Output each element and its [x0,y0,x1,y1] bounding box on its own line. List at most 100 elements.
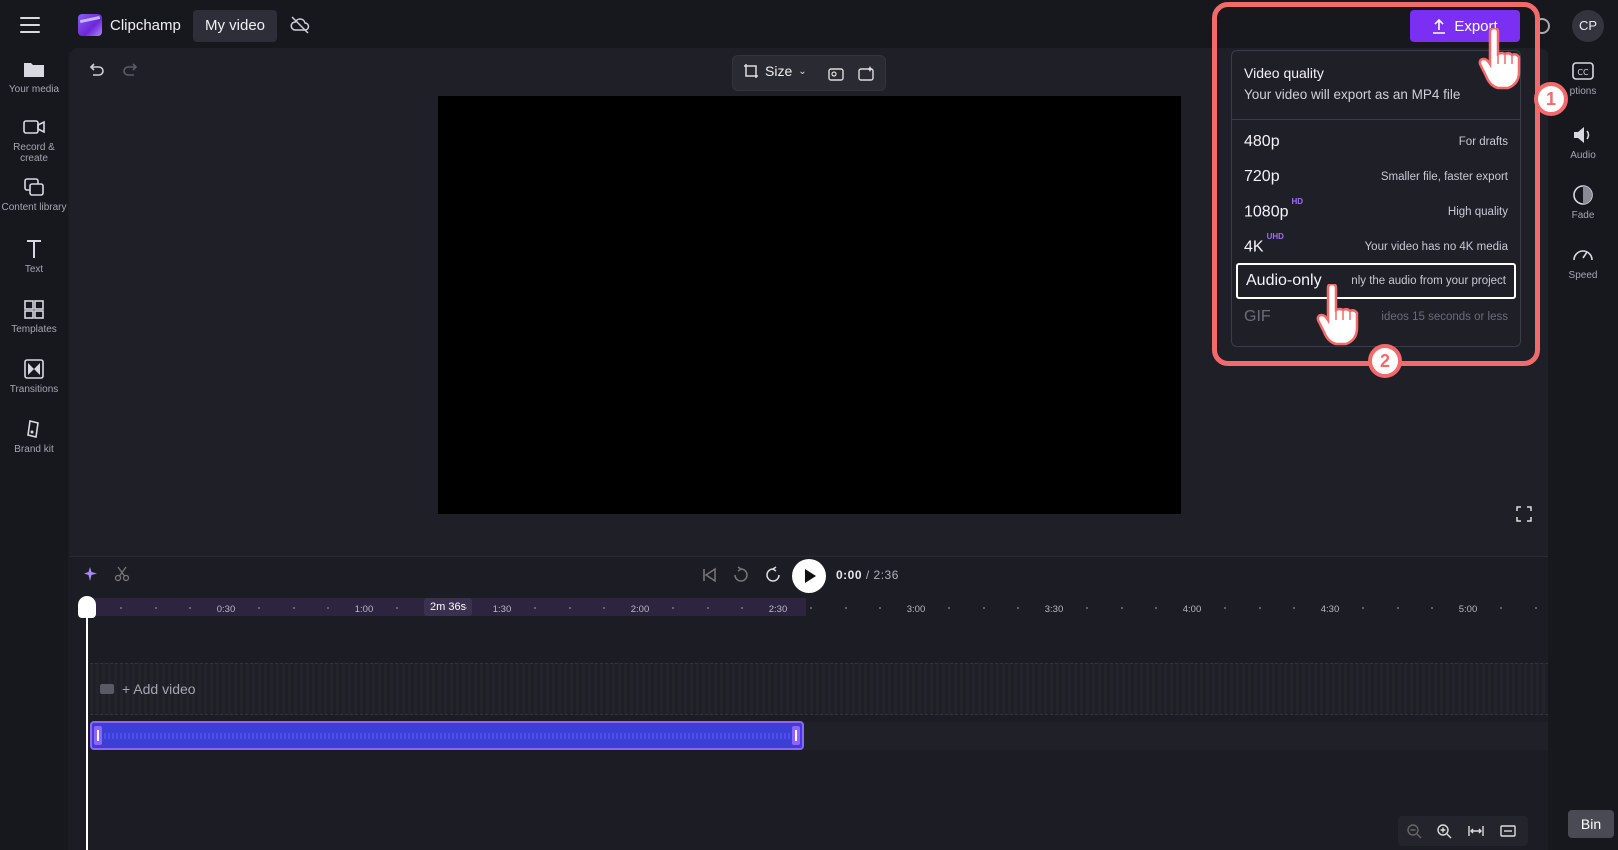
zoom-out-icon[interactable] [1406,823,1422,839]
ruler-dot [155,607,157,609]
ruler-tick-label: 2:00 [630,604,650,615]
transitions-icon [24,359,44,379]
audio-clip[interactable] [90,721,804,750]
text-icon [27,240,41,258]
ruler-dot [810,607,812,609]
fit-to-width-icon[interactable] [1468,823,1484,839]
ruler-dot [120,607,122,609]
ruler-tick-label: 0:30 [216,604,236,615]
ruler-tick-label: 5:00 [1458,604,1478,615]
sidebar-item-transitions[interactable]: Transitions [0,358,68,395]
templates-icon [24,300,44,319]
ruler-dot [327,607,329,609]
sidebar-item-your-media[interactable]: Your media [0,58,68,95]
video-preview[interactable] [438,96,1181,514]
ruler-dot [1535,607,1537,609]
ruler-dot [465,607,467,609]
skip-to-start-icon[interactable] [700,566,718,584]
ruler-tick-label: 4:30 [1320,604,1340,615]
step-2-badge: 2 [1368,344,1402,378]
ruler-dot [1086,607,1088,609]
speedometer-icon [1573,250,1593,261]
ruler-dot [1500,607,1502,609]
ruler-dot [1155,607,1157,609]
sidebar-item-brand-kit[interactable]: Brand kit [0,418,68,455]
step-1-badge: 1 [1534,82,1568,116]
ruler-tick-label: 3:00 [906,604,926,615]
project-title[interactable]: My video [193,10,278,42]
ruler-tick-label: 1:30 [492,604,512,615]
add-video-label: + Add video [122,681,196,697]
ruler-dot [603,607,605,609]
ruler-dot [1293,607,1295,609]
ruler-dot [569,607,571,609]
pointing-hand-icon [1478,28,1521,90]
ruler-dot [431,607,433,609]
color-fill-icon[interactable] [827,65,845,83]
forward-5-icon[interactable] [764,566,782,584]
ruler-dot [293,607,295,609]
ruler-tick-label: 3:30 [1044,604,1064,615]
speaker-icon [1574,127,1590,143]
folder-icon [24,63,44,77]
play-button[interactable] [792,559,826,593]
crop-icon [744,64,758,78]
rewind-5-icon[interactable] [732,566,750,584]
ruler-dot [1121,607,1123,609]
ruler-dot [1362,607,1364,609]
size-button[interactable]: Size ⌄ [743,63,807,79]
ruler-dot [983,607,985,609]
fade-icon [1573,185,1593,205]
sidebar-item-audio[interactable]: Audio [1548,124,1618,161]
add-video-button[interactable]: + Add video [100,681,196,697]
left-sidebar: Your media Record & create Content libra… [0,52,68,850]
ruler-dot [534,607,536,609]
sidebar-item-text[interactable]: Text [0,238,68,275]
current-time: 0:00 [836,568,863,582]
sidebar-item-speed[interactable]: Speed [1548,244,1618,281]
app-name: Clipchamp [110,16,181,34]
playhead-handle[interactable] [78,596,96,618]
fullscreen-icon[interactable] [1516,506,1532,522]
ruler-dot [396,607,398,609]
ruler-dot [1017,607,1019,609]
zoom-in-icon[interactable] [1436,823,1452,839]
magic-edit-icon[interactable] [857,65,875,83]
ruler-dot [1224,607,1226,609]
app-logo[interactable]: Clipchamp [78,14,181,36]
sidebar-item-record-create[interactable]: Record & create [0,116,68,164]
avatar[interactable]: CP [1572,10,1604,42]
clip-trim-handle-left[interactable] [94,726,102,745]
menu-icon[interactable] [20,17,40,33]
preview-toolbar: Size ⌄ [732,55,886,91]
sidebar-item-fade[interactable]: Fade [1548,184,1618,221]
pointing-hand-icon [1316,284,1359,346]
sparkle-icon[interactable] [83,566,99,582]
ruler-tick-label: 4:00 [1182,604,1202,615]
cloud-offline-icon[interactable] [290,16,310,34]
expand-timeline-icon[interactable] [1500,823,1516,839]
scissors-icon[interactable] [114,566,130,582]
ruler-dot [741,607,743,609]
captions-icon: CC [1572,62,1594,80]
playhead[interactable] [86,604,88,850]
ruler-dot [1259,607,1261,609]
bin-button[interactable]: Bin [1568,810,1614,838]
ruler-dot [1397,607,1399,609]
redo-icon[interactable] [122,62,140,80]
ruler-dot [879,607,881,609]
svg-text:CC: CC [1577,68,1589,77]
sidebar-item-content-library[interactable]: Content library [0,176,68,213]
size-label: Size [765,63,793,79]
clip-trim-handle-right[interactable] [792,726,800,745]
clipchamp-logo-icon [78,14,102,36]
ruler-dot [258,607,260,609]
ruler-dot [948,607,950,609]
timecode: 0:00 / 2:36 [836,568,899,582]
library-icon [24,178,44,196]
total-time: / 2:36 [865,568,899,582]
chevron-down-icon: ⌄ [798,65,807,77]
sidebar-item-templates[interactable]: Templates [0,298,68,335]
undo-icon[interactable] [87,62,105,80]
add-video-track[interactable] [90,663,1548,715]
